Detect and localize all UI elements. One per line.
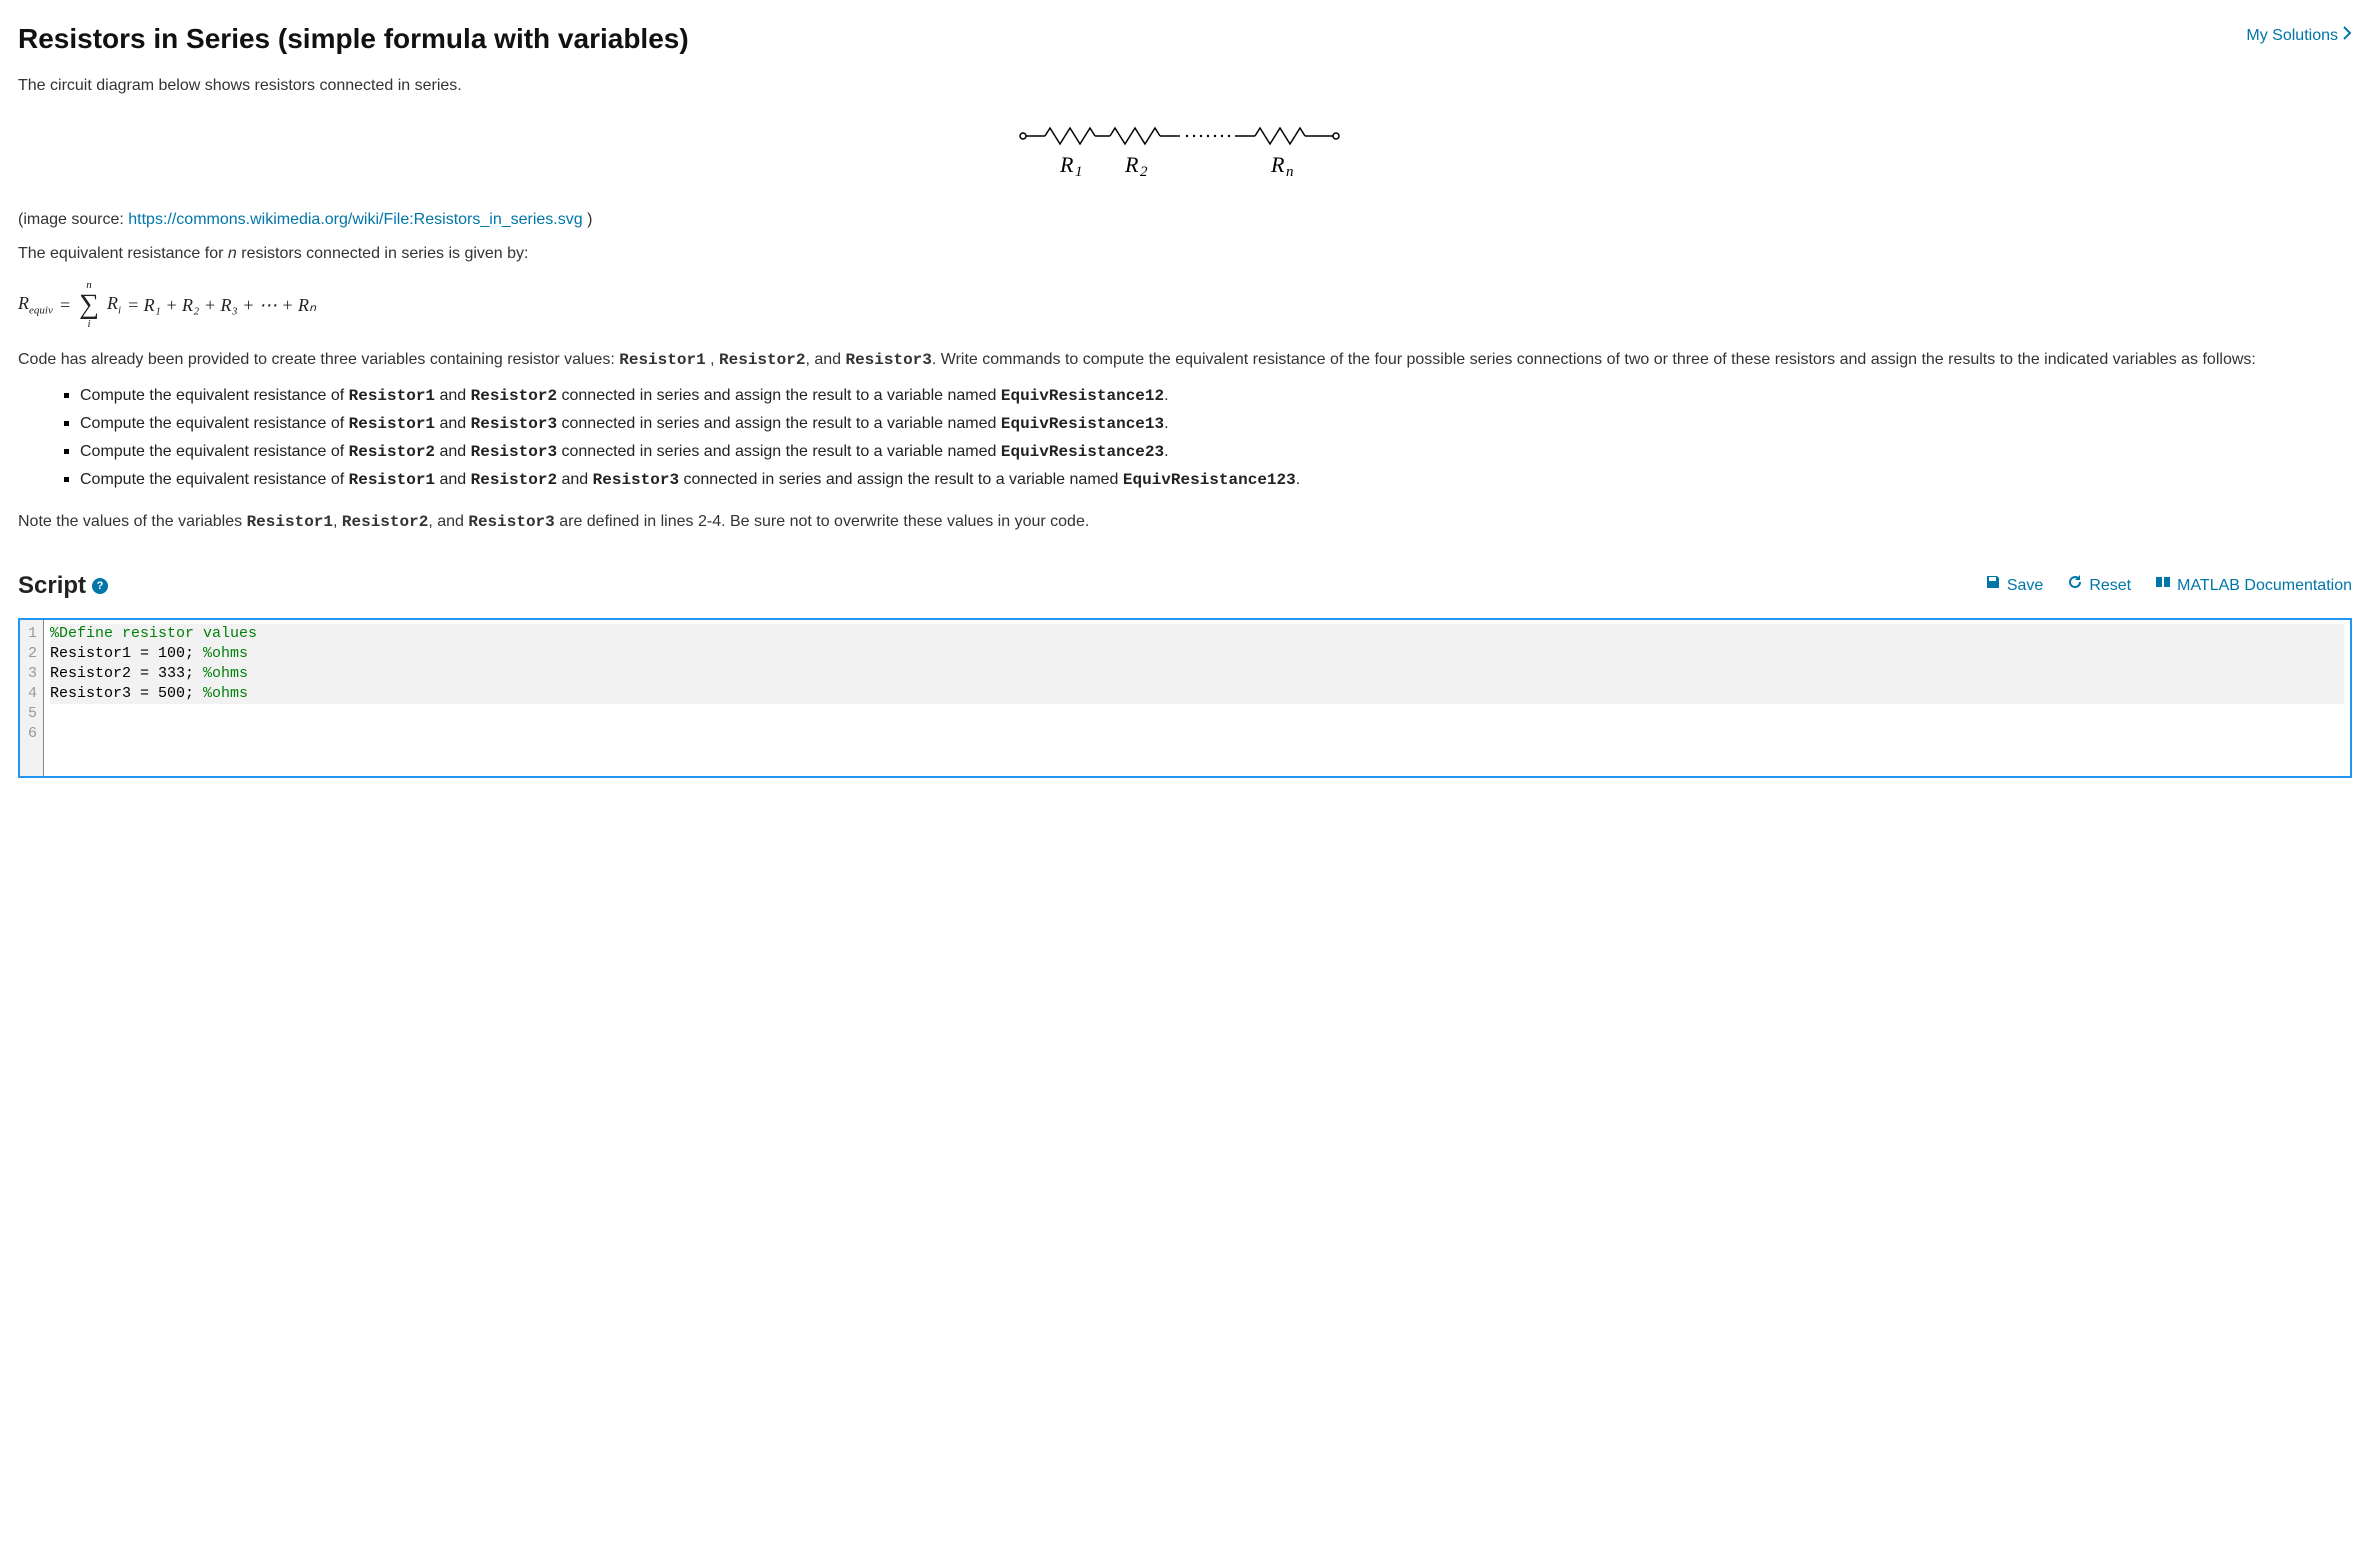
save-icon xyxy=(1985,574,2001,598)
code-line[interactable]: Resistor3 = 500; %ohms xyxy=(50,684,2344,704)
p2-tail: . Write commands to compute the equivale… xyxy=(932,351,2256,368)
line-number: 6 xyxy=(20,724,43,744)
line-number: 5 xyxy=(20,704,43,724)
intro-text: The circuit diagram below shows resistor… xyxy=(18,74,2352,98)
note-b3: Resistor3 xyxy=(468,513,554,531)
docs-label: MATLAB Documentation xyxy=(2177,574,2352,598)
note-paragraph: Note the values of the variables Resisto… xyxy=(18,510,2352,534)
p2-r1: Resistor1 xyxy=(619,351,705,369)
page-title: Resistors in Series (simple formula with… xyxy=(18,18,689,60)
note-t1: Note the values of the variables xyxy=(18,513,247,530)
list-item: Compute the equivalent resistance of Res… xyxy=(64,412,2352,436)
editor-code-area[interactable]: %Define resistor valuesResistor1 = 100; … xyxy=(44,620,2350,776)
save-label: Save xyxy=(2007,574,2043,598)
p2-c2: , and xyxy=(805,351,845,368)
bullet-list: Compute the equivalent resistance of Res… xyxy=(18,384,2352,492)
image-source-line: (image source: https://commons.wikimedia… xyxy=(18,208,2352,232)
formula: Requiv = n ∑ i Ri = R₁ + R₂ + R₃ + ⋯ + R… xyxy=(18,280,2352,330)
equiv-var: n xyxy=(228,245,237,262)
equiv-sentence: The equivalent resistance for n resistor… xyxy=(18,242,2352,266)
line-number: 4 xyxy=(20,684,43,704)
p2-c1: , xyxy=(706,351,719,368)
line-number: 2 xyxy=(20,644,43,664)
svg-text:n: n xyxy=(1286,164,1294,180)
image-source-prefix: (image source: xyxy=(18,211,128,228)
script-header: Script ? Save Reset MATLAB Documentation xyxy=(18,568,2352,604)
chevron-right-icon xyxy=(2342,24,2352,48)
code-line[interactable] xyxy=(50,724,2344,744)
p2-r3: Resistor3 xyxy=(845,351,931,369)
line-number: 1 xyxy=(20,624,43,644)
sum-body: R xyxy=(107,293,118,313)
script-actions: Save Reset MATLAB Documentation xyxy=(1985,574,2352,598)
reset-label: Reset xyxy=(2089,574,2131,598)
reset-button[interactable]: Reset xyxy=(2067,574,2131,598)
image-source-link[interactable]: https://commons.wikimedia.org/wiki/File:… xyxy=(128,211,582,228)
note-b2: Resistor2 xyxy=(342,513,428,531)
code-line[interactable]: Resistor2 = 333; %ohms xyxy=(50,664,2344,684)
line-number: 3 xyxy=(20,664,43,684)
code-line[interactable]: Resistor1 = 100; %ohms xyxy=(50,644,2344,664)
code-editor[interactable]: 123456 %Define resistor valuesResistor1 … xyxy=(18,618,2352,778)
circuit-diagram: R1 R2 Rn xyxy=(18,116,2352,186)
p2-r2: Resistor2 xyxy=(719,351,805,369)
script-title: Script xyxy=(18,568,86,604)
p2-t1: Code has already been provided to create… xyxy=(18,351,619,368)
list-item: Compute the equivalent resistance of Res… xyxy=(64,440,2352,464)
svg-text:R: R xyxy=(1124,152,1139,177)
equiv-pre: The equivalent resistance for xyxy=(18,245,228,262)
list-item: Compute the equivalent resistance of Res… xyxy=(64,468,2352,492)
docs-link[interactable]: MATLAB Documentation xyxy=(2155,574,2352,598)
book-icon xyxy=(2155,574,2171,598)
sigma-icon: n ∑ i xyxy=(79,280,99,330)
help-icon[interactable]: ? xyxy=(92,578,108,594)
paragraph-2: Code has already been provided to create… xyxy=(18,348,2352,372)
save-button[interactable]: Save xyxy=(1985,574,2043,598)
reset-icon xyxy=(2067,574,2083,598)
equiv-post: resistors connected in series is given b… xyxy=(237,245,529,262)
image-source-suffix: ) xyxy=(583,211,593,228)
svg-text:1: 1 xyxy=(1075,164,1083,180)
note-b1: Resistor1 xyxy=(247,513,333,531)
svg-text:2: 2 xyxy=(1140,164,1148,180)
svg-text:R: R xyxy=(1059,152,1074,177)
formula-rhs: = R₁ + R₂ + R₃ + ⋯ + Rₙ xyxy=(127,292,316,319)
note-c2: , and xyxy=(428,513,468,530)
formula-eq1: = xyxy=(59,292,71,319)
note-c1: , xyxy=(333,513,342,530)
header-row: Resistors in Series (simple formula with… xyxy=(18,18,2352,60)
formula-lhs-sub: equiv xyxy=(29,305,53,317)
my-solutions-link[interactable]: My Solutions xyxy=(2246,24,2352,48)
code-line[interactable]: %Define resistor values xyxy=(50,624,2344,644)
note-t2: are defined in lines 2-4. Be sure not to… xyxy=(555,513,1090,530)
svg-text:R: R xyxy=(1270,152,1285,177)
sum-body-sub: i xyxy=(118,305,121,317)
editor-gutter: 123456 xyxy=(20,620,44,776)
formula-lhs: R xyxy=(18,293,29,313)
code-line[interactable] xyxy=(50,704,2344,724)
my-solutions-label: My Solutions xyxy=(2246,24,2338,48)
list-item: Compute the equivalent resistance of Res… xyxy=(64,384,2352,408)
sum-bottom: i xyxy=(87,319,90,330)
